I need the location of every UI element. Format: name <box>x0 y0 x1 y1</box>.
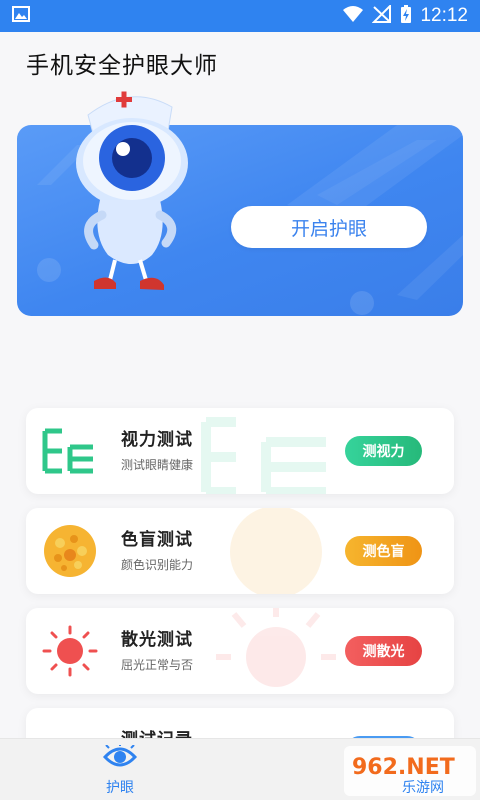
color-dots-icon <box>44 525 96 577</box>
color-blindness-test-card[interactable]: 色盲测试 颜色识别能力 测色盲 <box>26 508 454 594</box>
card-title: 散光测试 <box>121 630 193 650</box>
card-title: 视力测试 <box>121 430 193 450</box>
card-watermark-graphic <box>201 417 326 494</box>
enable-eye-protection-button[interactable]: 开启护眼 <box>231 206 427 248</box>
page-title: 手机安全护眼大师 <box>26 53 218 79</box>
watermark-sub: 乐游网 <box>402 780 444 796</box>
vision-test-card[interactable]: 视力测试 测试眼睛健康 测视力 <box>26 408 454 494</box>
status-bar: 12:12 <box>0 0 480 32</box>
card-watermark-graphic <box>230 508 322 594</box>
vision-chart-icon <box>42 428 93 474</box>
card-watermark-graphic <box>216 608 336 687</box>
962-net-watermark-logo: 962.NET 乐游网 <box>344 746 476 796</box>
test-astigmatism-button[interactable]: 测散光 <box>345 636 422 666</box>
card-subtitle: 屈光正常与否 <box>121 658 194 672</box>
card-subtitle: 测试眼睛健康 <box>121 458 194 472</box>
eye-icon <box>102 743 138 773</box>
eye-mascot-illustration: ω <box>76 91 188 290</box>
wifi-icon <box>342 5 364 27</box>
nav-item-label: 护眼 <box>106 780 134 796</box>
clock: 12:12 <box>420 5 468 26</box>
battery-charging-icon <box>400 4 412 28</box>
watermark-brand: 962.NET <box>352 755 455 780</box>
astigmatism-test-card[interactable]: 散光测试 屈光正常与否 测散光 <box>26 608 454 694</box>
card-title: 色盲测试 <box>121 530 193 550</box>
no-signal-icon <box>372 3 392 27</box>
image-notification-icon <box>12 6 30 26</box>
test-color-blindness-button[interactable]: 测色盲 <box>345 536 422 566</box>
nav-item-eye-protection[interactable]: 护眼 <box>92 743 148 797</box>
sun-rays-icon <box>42 625 98 677</box>
card-subtitle: 颜色识别能力 <box>121 558 194 572</box>
test-vision-button[interactable]: 测视力 <box>345 436 422 466</box>
